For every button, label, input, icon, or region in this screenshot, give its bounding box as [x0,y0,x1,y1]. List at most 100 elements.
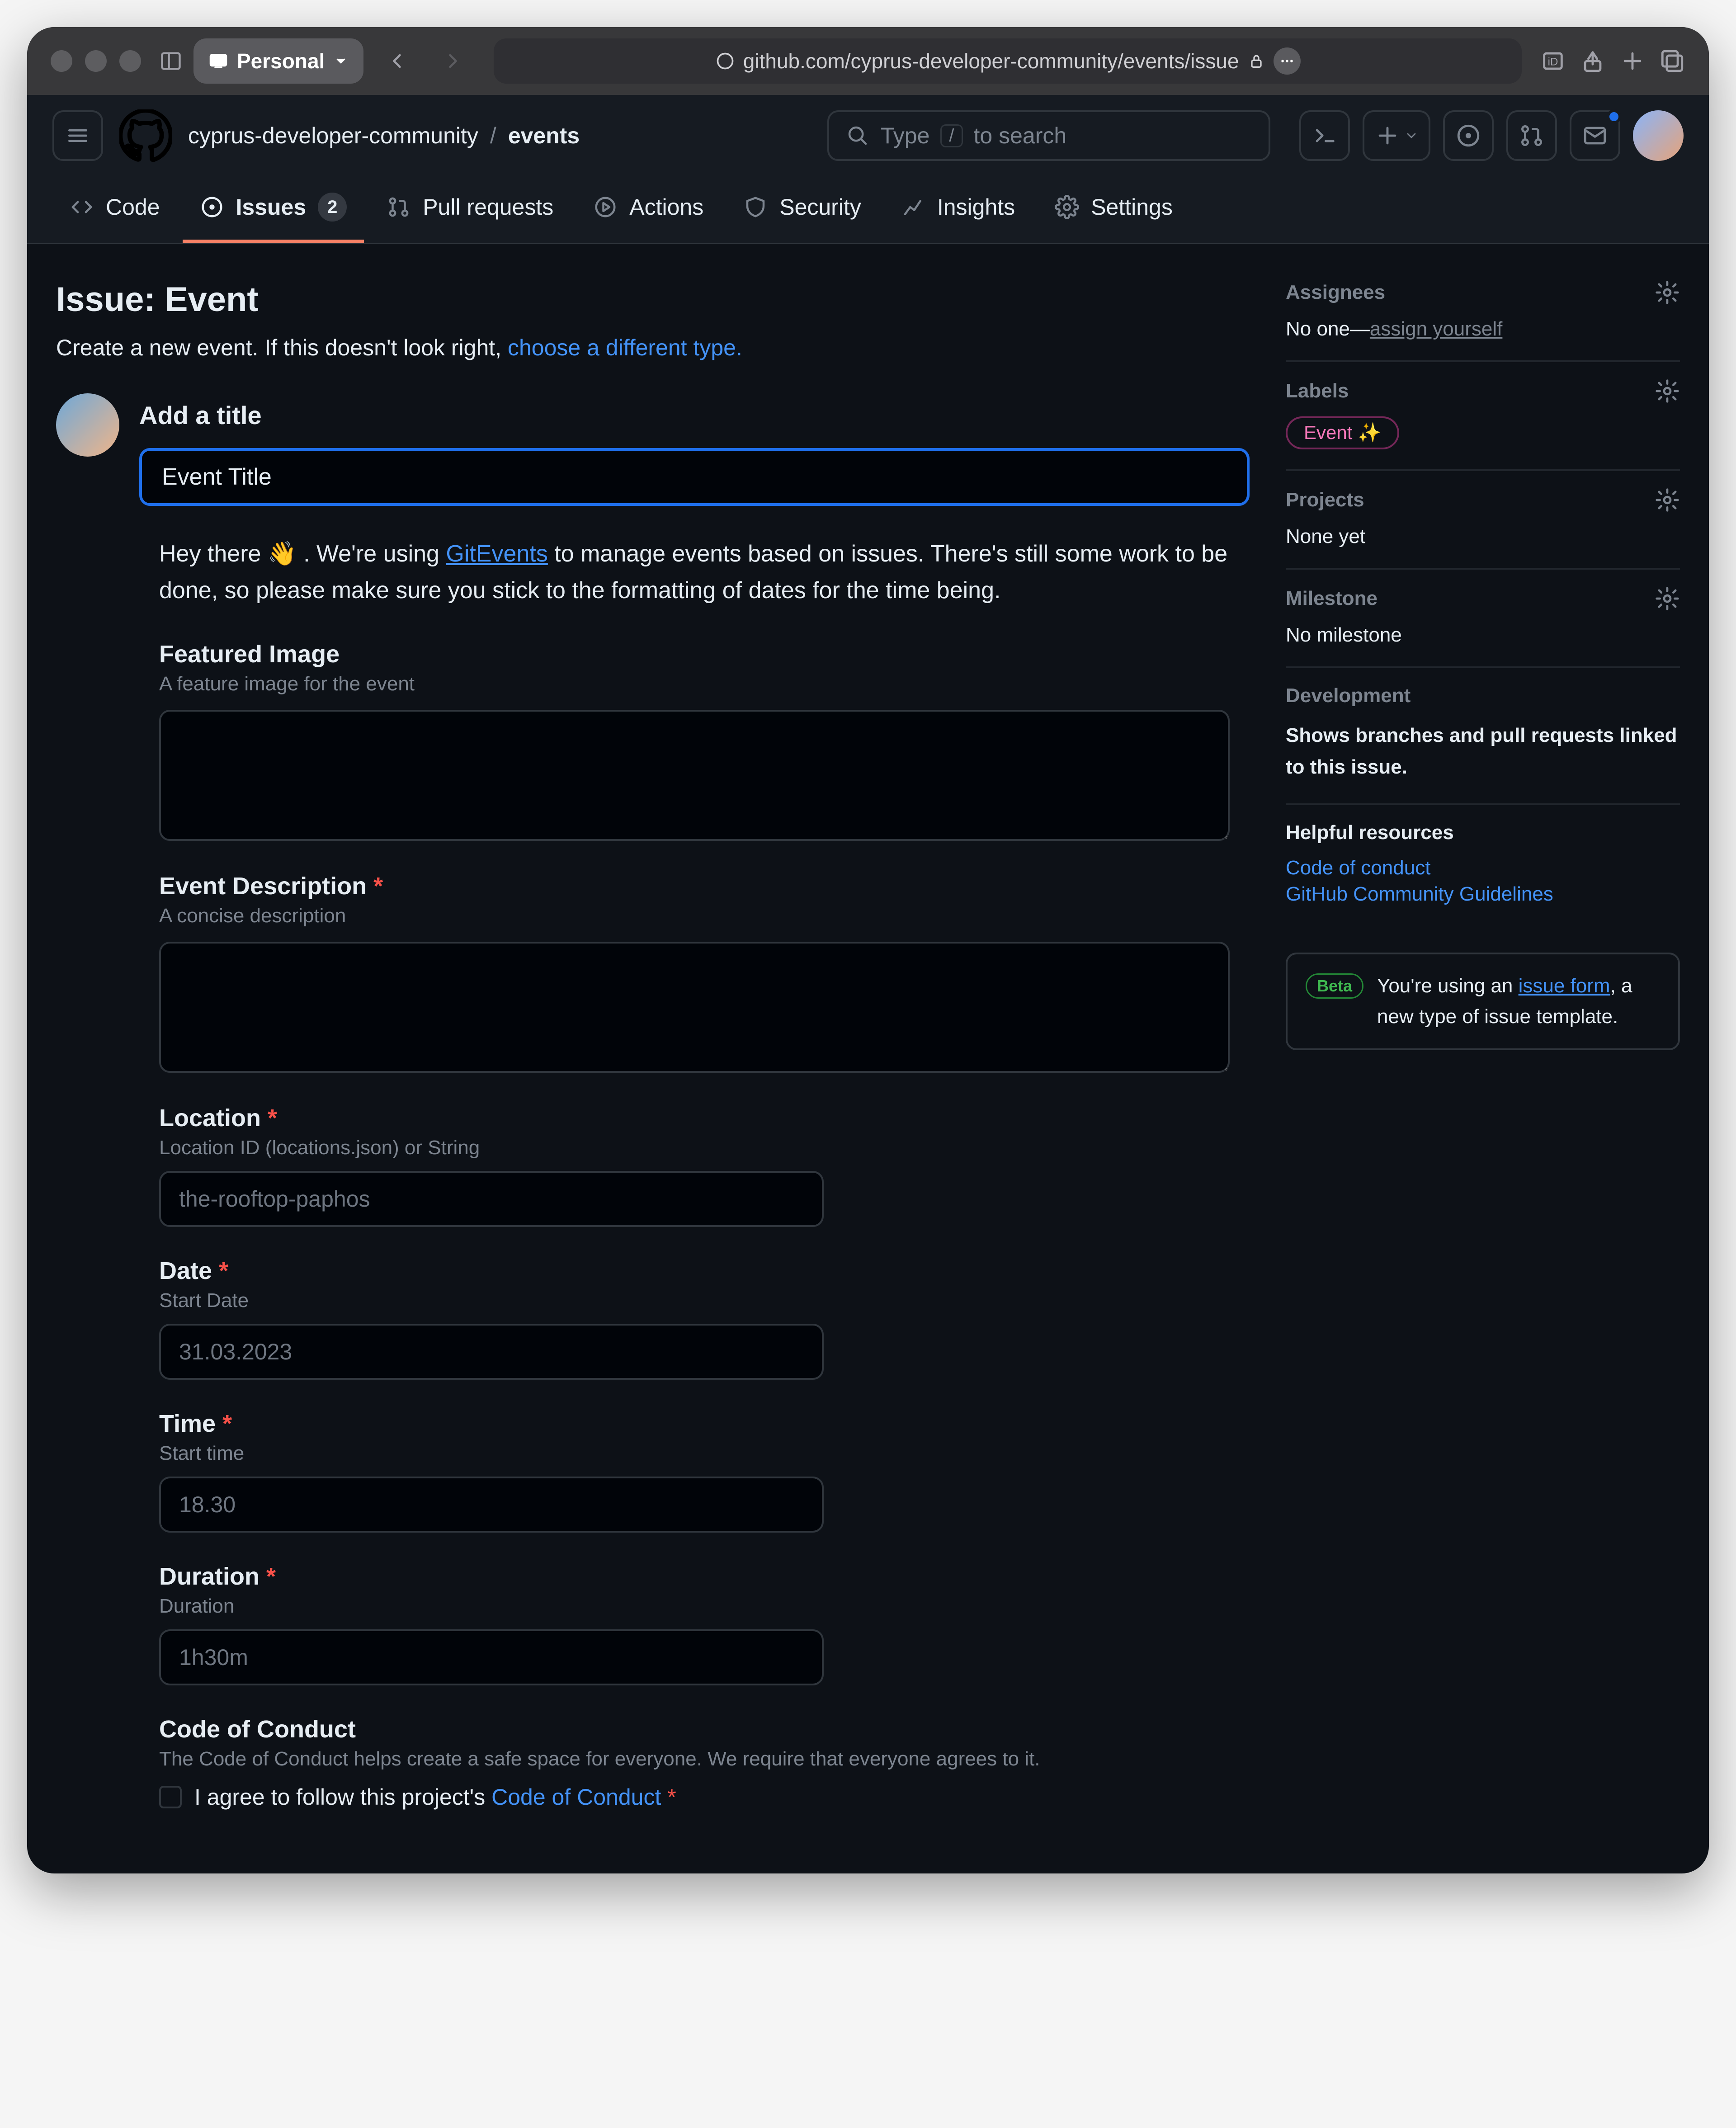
url-text: github.com/cyprus-developer-community/ev… [743,49,1239,73]
template-intro: Hey there 👋 . We're using GitEvents to m… [159,536,1230,609]
browser-profile-button[interactable]: Personal [193,38,363,84]
breadcrumb-org[interactable]: cyprus-developer-community [188,123,478,149]
tab-issues[interactable]: Issues2 [183,176,364,243]
gitevents-link[interactable]: GitEvents [446,541,547,567]
new-tab-icon[interactable] [1619,48,1646,74]
tab-security[interactable]: Security [726,179,878,241]
event-description-textarea[interactable] [159,942,1230,1073]
search-input[interactable]: Type / to search [827,110,1270,161]
date-input[interactable] [159,1324,824,1380]
labels-title: Labels [1286,380,1349,402]
beta-callout: Beta You're using an issue form, a new t… [1286,953,1680,1050]
milestone-value: No milestone [1286,624,1680,646]
assign-yourself-link[interactable]: assign yourself [1370,318,1502,340]
extensions-icon[interactable]: iD [1540,48,1566,74]
github-header: cyprus-developer-community / events Type… [27,95,1709,244]
development-title: Development [1286,684,1410,707]
page-title: Issue: Event [56,280,1250,319]
coc-link[interactable]: Code of Conduct [491,1784,661,1810]
location-input[interactable] [159,1171,824,1227]
featured-image-desc: A feature image for the event [159,673,1230,695]
code-of-conduct-link[interactable]: Code of conduct [1286,857,1680,879]
sidebar: Assignees No one—assign yourself Labels … [1286,280,1680,1810]
reader-icon[interactable] [1274,47,1301,75]
development-text: Shows branches and pull requests linked … [1286,720,1680,783]
community-guidelines-link[interactable]: GitHub Community Guidelines [1286,883,1680,906]
duration-desc: Duration [159,1595,1230,1618]
time-label: Time [159,1410,216,1437]
page-subtitle: Create a new event. If this doesn't look… [56,335,1250,361]
coc-checkbox-row: I agree to follow this project's Code of… [159,1784,1230,1810]
location-desc: Location ID (locations.json) or String [159,1137,1230,1159]
duration-label: Duration [159,1563,259,1590]
author-avatar [56,393,119,457]
issues-count-badge: 2 [318,193,347,222]
browser-toolbar-left: Personal [159,38,476,84]
maximize-window-icon[interactable] [119,50,141,72]
close-window-icon[interactable] [51,50,72,72]
breadcrumb-repo[interactable]: events [508,123,580,149]
main-content: Issue: Event Create a new event. If this… [56,280,1250,1810]
minimize-window-icon[interactable] [85,50,107,72]
address-bar[interactable]: github.com/cyprus-developer-community/ev… [494,38,1522,84]
event-description-label: Event Description [159,873,367,900]
issue-form-link[interactable]: issue form [1519,975,1610,997]
github-logo-icon[interactable] [119,109,172,162]
milestone-title: Milestone [1286,587,1377,610]
sidebar-toggle-icon[interactable] [159,49,183,73]
pull-requests-button[interactable] [1506,110,1557,161]
hamburger-button[interactable] [52,110,103,161]
tab-code[interactable]: Code [52,179,177,241]
repo-nav: Code Issues2 Pull requests Actions Secur… [27,176,1709,243]
create-new-button[interactable] [1363,110,1430,161]
browser-titlebar: Personal github.com/cyprus-developer-com… [27,27,1709,95]
gear-icon[interactable] [1655,378,1680,404]
tab-overview-icon[interactable] [1659,48,1685,74]
issues-button[interactable] [1443,110,1494,161]
lock-icon [1247,52,1265,70]
featured-image-textarea[interactable] [159,710,1230,841]
share-icon[interactable] [1580,48,1606,74]
projects-title: Projects [1286,489,1364,511]
search-icon [845,123,870,148]
coc-label: Code of Conduct [159,1715,1230,1743]
gear-icon[interactable] [1655,487,1680,513]
duration-input[interactable] [159,1629,824,1685]
breadcrumb: cyprus-developer-community / events [188,123,580,149]
gear-icon[interactable] [1655,280,1680,305]
tab-pull-requests[interactable]: Pull requests [369,179,571,241]
tab-settings[interactable]: Settings [1038,179,1190,241]
beta-badge: Beta [1306,973,1363,999]
browser-window: Personal github.com/cyprus-developer-com… [27,27,1709,1873]
resources-title: Helpful resources [1286,821,1454,844]
projects-value: None yet [1286,525,1680,548]
location-label: Location [159,1104,261,1132]
coc-desc: The Code of Conduct helps create a safe … [159,1748,1230,1770]
issue-title-input[interactable] [139,448,1250,506]
svg-text:iD: iD [1548,56,1558,68]
tab-insights[interactable]: Insights [884,179,1032,241]
coc-checkbox[interactable] [159,1786,182,1808]
event-label-pill[interactable]: Event ✨ [1286,416,1399,449]
time-input[interactable] [159,1477,824,1533]
search-shortcut: / [940,124,962,147]
forward-button [430,38,476,84]
notification-indicator-icon [1607,109,1621,124]
back-button[interactable] [374,38,420,84]
assignees-title: Assignees [1286,281,1385,304]
date-label: Date [159,1257,212,1284]
event-description-desc: A concise description [159,905,1230,927]
time-desc: Start time [159,1442,1230,1465]
window-controls [51,50,141,72]
command-palette-button[interactable] [1299,110,1350,161]
choose-type-link[interactable]: choose a different type. [508,335,742,360]
notifications-button[interactable] [1570,110,1620,161]
title-label: Add a title [139,401,1250,430]
featured-image-label: Featured Image [159,640,1230,668]
date-desc: Start Date [159,1289,1230,1312]
browser-profile-label: Personal [237,49,325,73]
browser-toolbar-right: iD [1540,48,1685,74]
tab-actions[interactable]: Actions [576,179,721,241]
user-avatar[interactable] [1633,110,1684,161]
gear-icon[interactable] [1655,586,1680,611]
